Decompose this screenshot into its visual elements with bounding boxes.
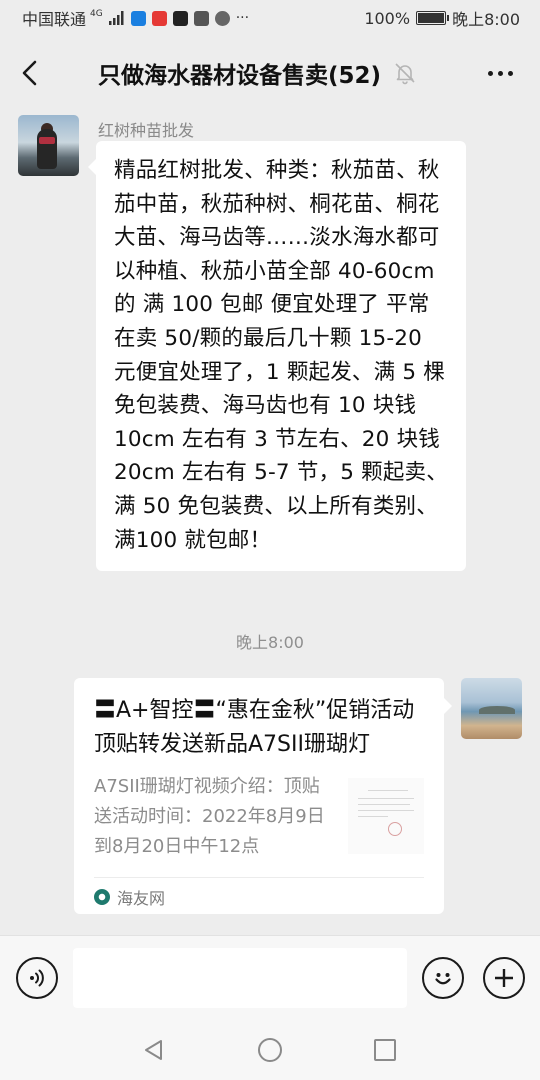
- battery-level: [418, 13, 445, 23]
- avatar-landscape: [479, 706, 515, 714]
- battery-percent: 100%: [364, 8, 411, 28]
- link-card-title: 〓A+智控〓“惠在金秋”促销活动顶贴转发送新品A7SII珊瑚灯: [94, 698, 415, 757]
- thumb-line: [368, 790, 408, 791]
- sender-name: 红树种苗批发: [98, 121, 195, 140]
- source-logo-icon: [94, 889, 110, 905]
- link-card-description: A7SII珊瑚灯视频介绍：顶贴送活动时间：2022年8月9日到8月20日中午12…: [94, 776, 325, 857]
- headline-app-icon: [151, 10, 167, 26]
- signal-icon: [108, 11, 124, 25]
- thumb-line: [358, 816, 388, 817]
- mute-bell-icon: [395, 63, 415, 85]
- message-app-icon: [193, 10, 209, 26]
- timestamp-divider: 晚上8:00: [236, 633, 304, 652]
- network-type: 4G: [90, 8, 103, 19]
- nav-recent-icon: [374, 1039, 396, 1061]
- nav-recent-button[interactable]: [371, 1036, 399, 1064]
- message-input[interactable]: [73, 948, 407, 1008]
- more-button[interactable]: [482, 56, 518, 90]
- thumb-line: [358, 810, 414, 811]
- more-dot: [507, 70, 513, 76]
- status-bar: 中国联通 4G ··· 100% 晚上8:00: [0, 0, 540, 36]
- voice-button[interactable]: [16, 957, 58, 999]
- message-list[interactable]: 红树种苗批发 精品红树批发、种类：秋茄苗、秋茄中苗，秋茄种树、桐花苗、桐花大苗、…: [0, 110, 540, 935]
- clock: 晚上8:00: [452, 10, 520, 29]
- emoji-icon: [435, 973, 451, 985]
- emoji-button[interactable]: [422, 957, 464, 999]
- text-message-bubble[interactable]: 精品红树批发、种类：秋茄苗、秋茄中苗，秋茄种树、桐花苗、桐花大苗、海马齿等……淡…: [88, 141, 466, 572]
- nav-home-button[interactable]: [256, 1036, 284, 1064]
- avatar-figure: [37, 129, 57, 169]
- back-arrow-icon: [22, 60, 37, 86]
- battery-icon: [416, 11, 450, 25]
- thumb-line: [358, 804, 410, 805]
- carrier-label: 中国联通: [22, 10, 87, 29]
- input-bar: [0, 935, 540, 1020]
- sender-avatar[interactable]: [18, 115, 79, 176]
- voice-icon: [30, 969, 44, 987]
- status-left: 中国联通 4G ···: [22, 6, 249, 30]
- back-button[interactable]: [0, 36, 60, 110]
- status-right: 100% 晚上8:00: [364, 6, 520, 30]
- nav-back-icon: [145, 1040, 162, 1060]
- avatar-scarf: [39, 137, 55, 144]
- plus-button[interactable]: [483, 957, 525, 999]
- app-notification-icon: [130, 10, 146, 26]
- browser-icon: [214, 10, 230, 26]
- plus-icon: [495, 969, 513, 987]
- more-dot: [487, 70, 493, 76]
- my-avatar[interactable]: [461, 678, 522, 739]
- system-nav-bar: [0, 1020, 540, 1080]
- link-card-message[interactable]: 〓A+智控〓“惠在金秋”促销活动顶贴转发送新品A7SII珊瑚灯 A7SII珊瑚灯…: [74, 678, 452, 914]
- tiktok-icon: [172, 10, 188, 26]
- thumb-line: [358, 798, 414, 799]
- nav-back-button[interactable]: [140, 1036, 168, 1064]
- more-notifications-icon: ···: [235, 10, 250, 26]
- more-dot: [497, 70, 503, 76]
- chat-screen: 中国联通 4G ··· 100% 晚上8:00 只做海水器材设备售卖(52) 红…: [0, 0, 540, 1080]
- card-divider: [94, 877, 424, 878]
- page-title: 只做海水器材设备售卖(52): [98, 63, 382, 89]
- link-card-source: 海友网: [94, 885, 165, 909]
- thumb-stamp: [388, 822, 402, 836]
- link-card-thumbnail: [348, 778, 424, 854]
- source-name: 海友网: [117, 889, 166, 908]
- nav-home-icon: [258, 1038, 282, 1062]
- chat-header: 只做海水器材设备售卖(52): [0, 36, 540, 110]
